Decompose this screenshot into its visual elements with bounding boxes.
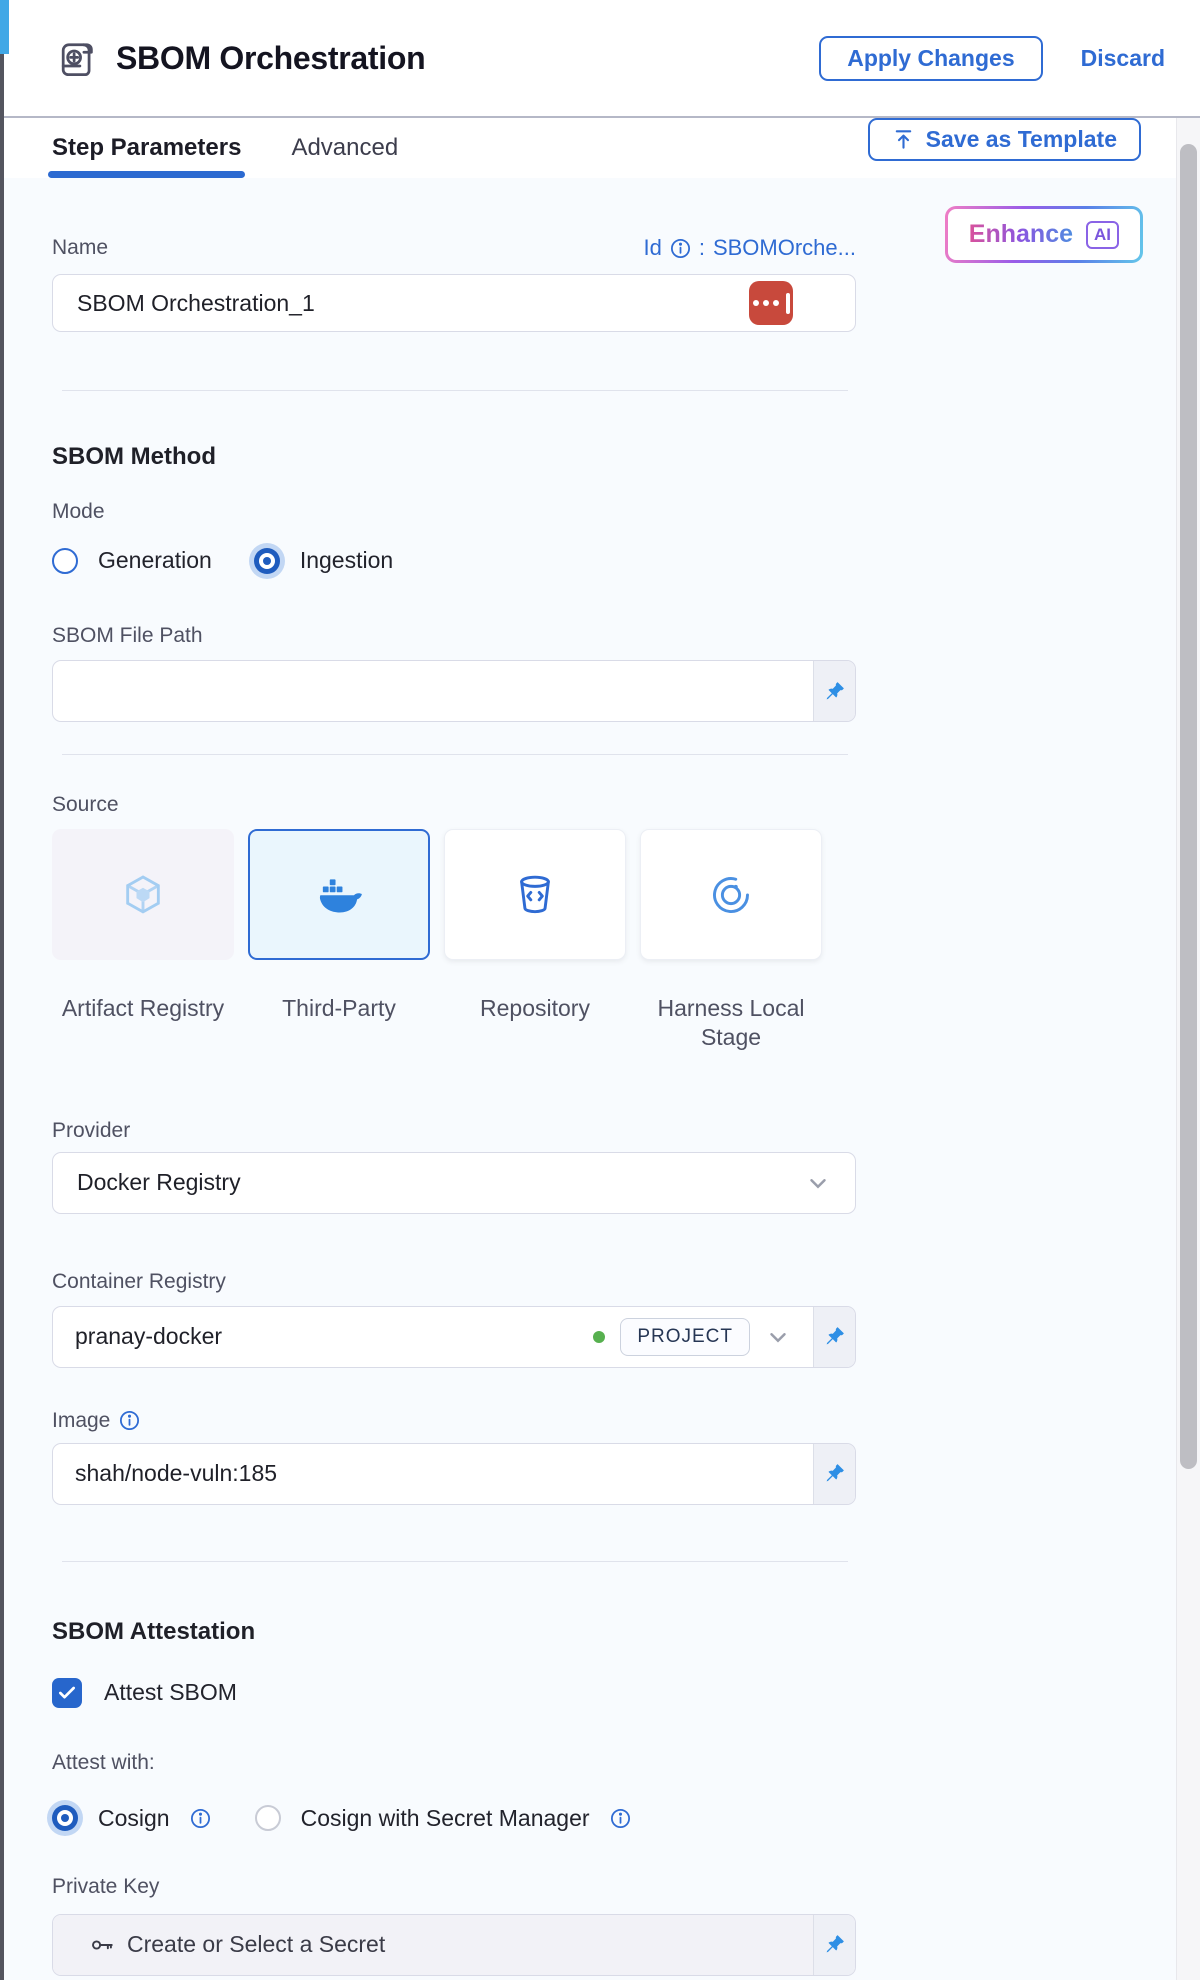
- secret-selector-placeholder: Create or Select a Secret: [127, 1931, 385, 1958]
- autofill-extension-icon[interactable]: [749, 281, 793, 325]
- sbom-attestation-heading: SBOM Attestation: [52, 1618, 1200, 1646]
- repository-bucket-icon: [513, 873, 557, 917]
- mode-label: Mode: [52, 500, 1200, 524]
- runtime-input-pin-button[interactable]: [813, 1307, 855, 1367]
- source-card-harness-local-stage[interactable]: [640, 829, 822, 960]
- panel-top-accent: [0, 0, 9, 54]
- source-card-label: Third-Party: [248, 994, 430, 1053]
- step-header: SBOM Orchestration Apply Changes Discard: [0, 0, 1200, 118]
- name-input[interactable]: [77, 290, 831, 317]
- source-card-third-party[interactable]: [248, 829, 430, 960]
- private-key-field: Create or Select a Secret: [52, 1914, 856, 1976]
- tab-advanced[interactable]: Advanced: [289, 118, 400, 178]
- divider: [62, 390, 848, 391]
- sbom-file-path-field: [52, 660, 856, 722]
- source-card-label: Harness Local Stage: [640, 994, 822, 1053]
- panel-left-edge: [0, 54, 4, 1980]
- tab-bar: Step Parameters Advanced Save as Templat…: [0, 118, 1200, 178]
- key-icon: [89, 1932, 115, 1958]
- cube-icon: [120, 872, 166, 918]
- save-as-template-button[interactable]: Save as Template: [868, 118, 1141, 161]
- sbom-file-path-input[interactable]: [75, 678, 791, 705]
- image-label: Image: [52, 1409, 110, 1433]
- attest-sbom-option: Attest SBOM: [52, 1678, 1200, 1708]
- runtime-input-pin-button[interactable]: [813, 1915, 855, 1975]
- container-registry-select[interactable]: pranay-docker PROJECT: [53, 1307, 813, 1367]
- page-title: SBOM Orchestration: [116, 40, 425, 77]
- pin-icon: [823, 1462, 846, 1485]
- container-registry-value: pranay-docker: [75, 1323, 222, 1350]
- secret-selector-button[interactable]: Create or Select a Secret: [53, 1915, 813, 1975]
- provider-value: Docker Registry: [77, 1169, 241, 1196]
- pin-icon: [823, 680, 846, 703]
- cosign-radio[interactable]: [52, 1805, 78, 1831]
- ai-badge: AI: [1086, 221, 1119, 249]
- radio-option-cosign: Cosign: [52, 1805, 211, 1832]
- divider: [62, 1561, 848, 1562]
- scrollbar-thumb[interactable]: [1180, 144, 1197, 1469]
- chevron-down-icon: [765, 1324, 791, 1350]
- radio-option-ingestion: Ingestion: [254, 547, 393, 574]
- radio-option-cosign-secret-manager: Cosign with Secret Manager: [255, 1805, 631, 1832]
- image-field: [52, 1443, 856, 1505]
- source-card-label: Artifact Registry: [52, 994, 234, 1053]
- cosign-info-icon[interactable]: [190, 1808, 211, 1829]
- provider-select[interactable]: Docker Registry: [52, 1152, 856, 1214]
- orbit-icon: [709, 873, 753, 917]
- divider: [62, 754, 848, 755]
- sbom-method-heading: SBOM Method: [52, 443, 1200, 471]
- source-card-artifact-registry[interactable]: [52, 829, 234, 960]
- source-card-repository[interactable]: [444, 829, 626, 960]
- container-registry-label: Container Registry: [52, 1270, 1200, 1294]
- upload-template-icon: [892, 128, 915, 151]
- image-input[interactable]: [75, 1460, 791, 1487]
- radio-option-generation: Generation: [52, 547, 212, 574]
- docker-icon: [314, 875, 364, 915]
- private-key-label: Private Key: [52, 1875, 1200, 1899]
- step-id[interactable]: Id : SBOMOrche...: [643, 235, 856, 261]
- ingestion-radio[interactable]: [254, 548, 280, 574]
- container-registry-field: pranay-docker PROJECT: [52, 1306, 856, 1368]
- enhance-ai-button[interactable]: Enhance AI: [945, 206, 1143, 263]
- chevron-down-icon: [805, 1170, 831, 1196]
- step-parameters-panel: Enhance AI Name Id : SBOMOrche... SBOM M…: [0, 178, 1200, 1980]
- runtime-input-pin-button[interactable]: [813, 1444, 855, 1504]
- scrollbar-track[interactable]: [1176, 118, 1200, 1980]
- cosign-secret-manager-info-icon[interactable]: [610, 1808, 631, 1829]
- pin-icon: [823, 1325, 846, 1348]
- pin-icon: [823, 1933, 846, 1956]
- step-id-value: SBOMOrche...: [713, 235, 856, 261]
- provider-label: Provider: [52, 1119, 1200, 1143]
- tab-step-parameters[interactable]: Step Parameters: [50, 118, 243, 178]
- connector-status-dot: [593, 1331, 605, 1343]
- name-label: Name: [52, 236, 108, 260]
- scope-badge[interactable]: PROJECT: [620, 1318, 750, 1356]
- name-input-wrapper: [52, 274, 856, 332]
- discard-link[interactable]: Discard: [1081, 45, 1165, 72]
- sbom-scroll-icon: [54, 35, 100, 81]
- cosign-secret-manager-radio[interactable]: [255, 1805, 281, 1831]
- runtime-input-pin-button[interactable]: [813, 661, 855, 721]
- id-info-icon[interactable]: [670, 238, 691, 259]
- source-label: Source: [52, 793, 1200, 817]
- image-info-icon[interactable]: [119, 1410, 140, 1431]
- apply-changes-button[interactable]: Apply Changes: [819, 36, 1042, 81]
- attest-sbom-checkbox[interactable]: [52, 1678, 82, 1708]
- sbom-file-path-label: SBOM File Path: [52, 624, 1200, 648]
- source-card-label: Repository: [444, 994, 626, 1053]
- attest-with-label: Attest with:: [52, 1751, 1200, 1775]
- generation-radio[interactable]: [52, 548, 78, 574]
